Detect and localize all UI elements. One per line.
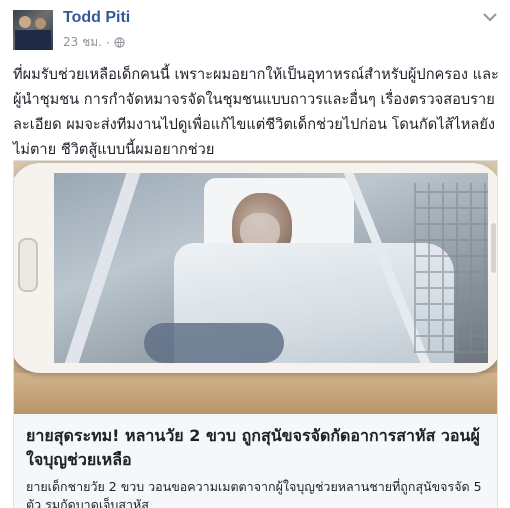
avatar-figure [15,30,51,50]
link-preview-description: ยายเด็กชายวัย 2 ขวบ วอนขอความเมตตาจากผู้… [26,479,482,508]
meta-separator: · [105,35,110,50]
globe-icon[interactable] [114,37,125,48]
post-header: Todd Piti 23 ชม. · [13,8,503,52]
post-meta: 23 ชม. · [63,33,125,52]
post-timestamp[interactable]: 23 ชม. [63,33,102,52]
image-phone-side-button [491,223,496,273]
chevron-down-icon[interactable] [483,12,497,22]
link-preview-title[interactable]: ยายสุดระทม! หลานวัย 2 ขวบ ถูกสุนัขจรจัดก… [26,424,486,472]
author-avatar[interactable] [13,10,53,50]
link-preview-image[interactable] [14,161,497,414]
avatar-figure [19,16,31,28]
image-tabletop [14,373,497,414]
avatar-figure [35,18,46,29]
post-text: ที่ผมรับช่วยเหลือเด็กคนนี้ เพราะผมอยากให… [13,66,499,158]
image-phone-home-button [18,238,38,292]
image-bed-grid [414,183,488,353]
image-phone [14,163,497,373]
link-preview-body[interactable]: ยายสุดระทม! หลานวัย 2 ขวบ ถูกสุนัขจรจัดก… [14,414,497,508]
image-arm [144,323,284,363]
author-name-link[interactable]: Todd Piti [63,9,130,27]
image-phone-screen [54,173,488,363]
image-bed-rail [61,173,141,363]
link-preview-card[interactable]: ยายสุดระทม! หลานวัย 2 ขวบ ถูกสุนัขจรจัดก… [13,160,498,508]
